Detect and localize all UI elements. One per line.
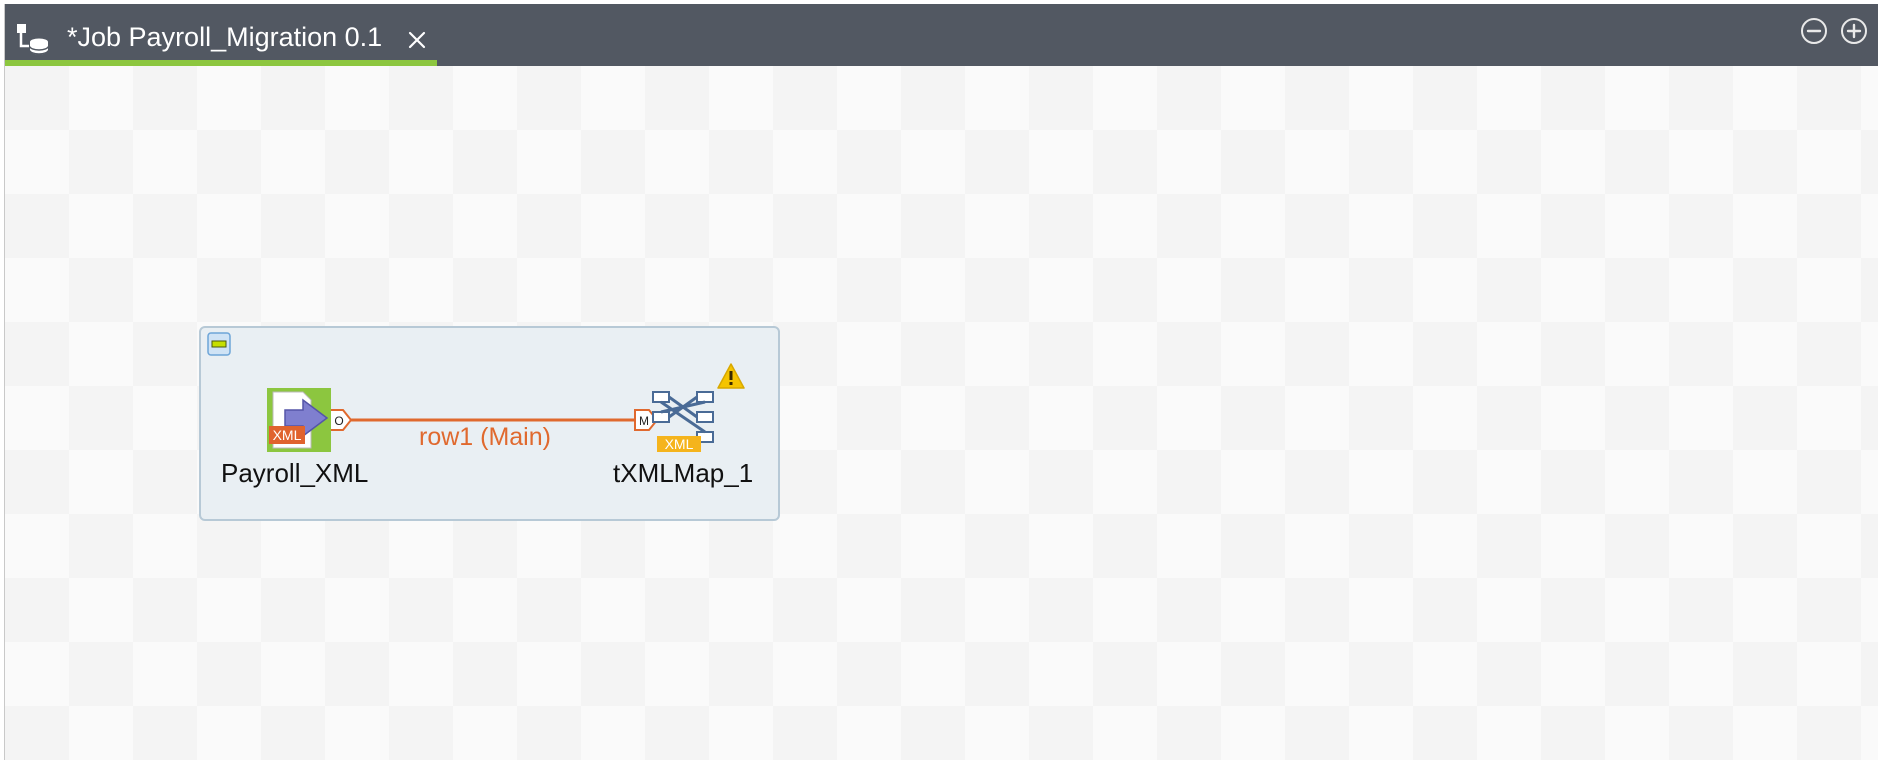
maximize-icon[interactable] bbox=[1839, 16, 1869, 46]
connection-label[interactable]: row1 (Main) bbox=[419, 422, 551, 452]
job-tab[interactable]: *Job Payroll_Migration 0.1 bbox=[5, 4, 437, 66]
close-icon[interactable] bbox=[405, 28, 429, 52]
job-editor: *Job Payroll_Migration 0.1 O M XML XML r… bbox=[4, 4, 1878, 760]
input-port-label: M bbox=[639, 414, 649, 428]
output-port: O bbox=[328, 409, 353, 431]
xml-map-icon-text: XML bbox=[665, 436, 694, 452]
job-designer-icon bbox=[17, 24, 49, 55]
xml-input-icon[interactable]: XML bbox=[267, 388, 331, 452]
job-design-canvas[interactable]: O M XML XML row1 (Main) Payroll_XML tXML… bbox=[5, 66, 1878, 760]
xml-input-icon-text: XML bbox=[273, 427, 302, 443]
output-port-label: O bbox=[334, 414, 343, 428]
collapse-icon[interactable] bbox=[207, 332, 231, 356]
editor-tab-bar: *Job Payroll_Migration 0.1 bbox=[5, 4, 1878, 66]
job-tab-title: *Job Payroll_Migration 0.1 bbox=[67, 22, 383, 52]
component-label-txmlmap[interactable]: tXMLMap_1 bbox=[613, 458, 753, 488]
warning-icon[interactable] bbox=[716, 362, 746, 390]
minimize-icon[interactable] bbox=[1799, 16, 1829, 46]
subjob-container[interactable]: O M XML XML row1 (Main) Payroll_XML tXML… bbox=[199, 326, 780, 521]
xml-map-icon[interactable]: XML bbox=[651, 388, 715, 452]
component-label-payroll-xml[interactable]: Payroll_XML bbox=[221, 458, 368, 488]
